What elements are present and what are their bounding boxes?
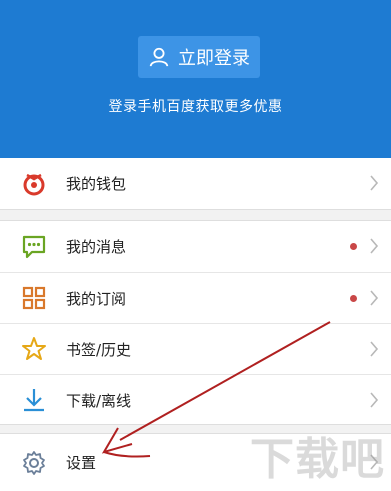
menu-item-label: 书签/历史 [66,340,132,359]
menu-item-label: 下载/离线 [66,391,132,410]
menu-item-downloads[interactable]: 下载/离线 [0,374,391,425]
menu-item-bookmarks[interactable]: 书签/历史 [0,323,391,374]
menu-item-label: 我的钱包 [66,175,127,193]
menu-item-messages[interactable]: 我的消息 [0,221,391,272]
wallet-group: 我的钱包 [0,158,391,210]
chevron-right-icon [370,341,379,357]
header: 立即登录 登录手机百度获取更多优惠 [0,0,391,158]
menu-item-label: 设置 [66,454,97,472]
chevron-right-icon [370,175,379,191]
chevron-right-icon [370,290,379,306]
user-icon [149,47,169,67]
download-icon [20,386,48,414]
chevron-right-icon [370,392,379,408]
chat-bubble-icon [20,233,48,261]
star-icon [20,335,48,363]
gear-icon [20,449,48,477]
menu-item-label: 我的消息 [66,238,127,256]
login-label: 立即登录 [178,48,250,69]
wallet-icon [20,170,48,198]
menu-item-subscriptions[interactable]: 我的订阅 [0,272,391,323]
login-button[interactable]: 立即登录 [138,36,260,78]
chevron-right-icon [370,238,379,254]
unread-dot [350,243,357,250]
menu-item-label: 我的订阅 [66,289,127,308]
login-subtitle: 登录手机百度获取更多优惠 [108,99,283,115]
main-menu-group: 我的消息 我的订阅 书签/历史 下载/离线 [0,220,391,425]
unread-dot [350,295,357,302]
watermark: 下载吧 [250,434,385,485]
grid-icon [20,284,48,312]
menu-item-wallet[interactable]: 我的钱包 [0,158,391,209]
